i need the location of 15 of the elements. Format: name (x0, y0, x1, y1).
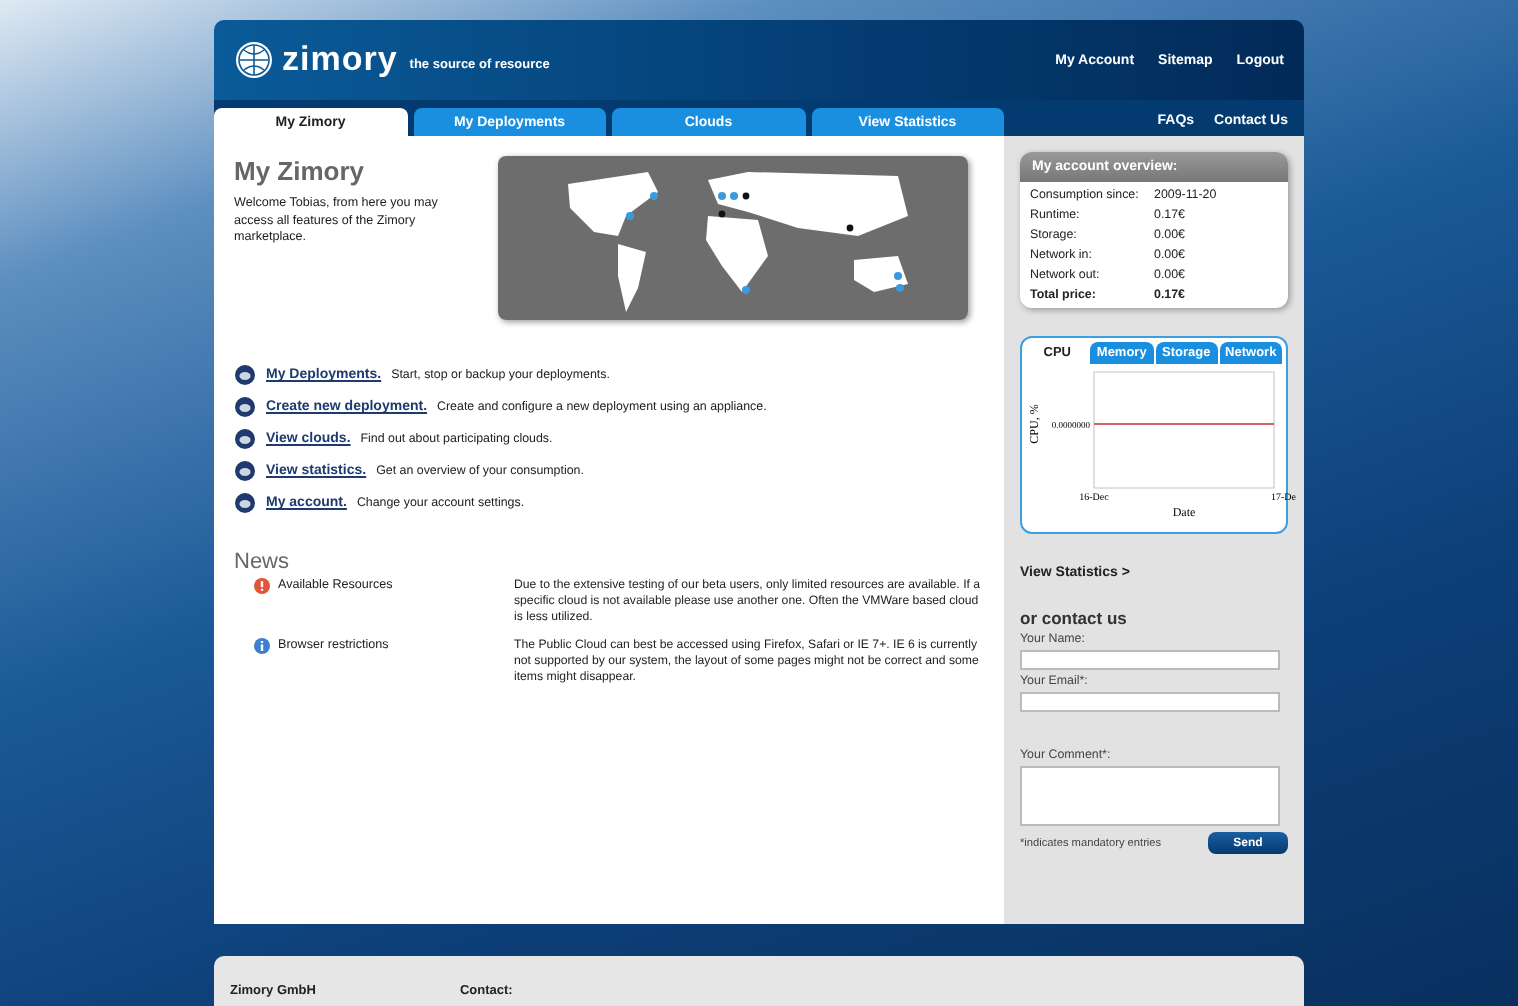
circle-icon (234, 460, 256, 482)
circle-icon (234, 364, 256, 386)
globe-icon (234, 40, 274, 80)
info-icon (254, 637, 270, 654)
circle-icon (234, 492, 256, 514)
warning-icon (254, 578, 270, 594)
comment-field[interactable] (1020, 766, 1280, 826)
input-field[interactable] (1020, 692, 1280, 712)
page-title: My Zimory (234, 156, 367, 186)
contact-heading: or contact us (1020, 608, 1129, 628)
circle-icon (234, 428, 256, 450)
news-heading: News (234, 550, 292, 574)
logo-text: zimory (282, 40, 398, 80)
circle-icon (234, 396, 256, 418)
input-field[interactable] (1020, 650, 1280, 670)
